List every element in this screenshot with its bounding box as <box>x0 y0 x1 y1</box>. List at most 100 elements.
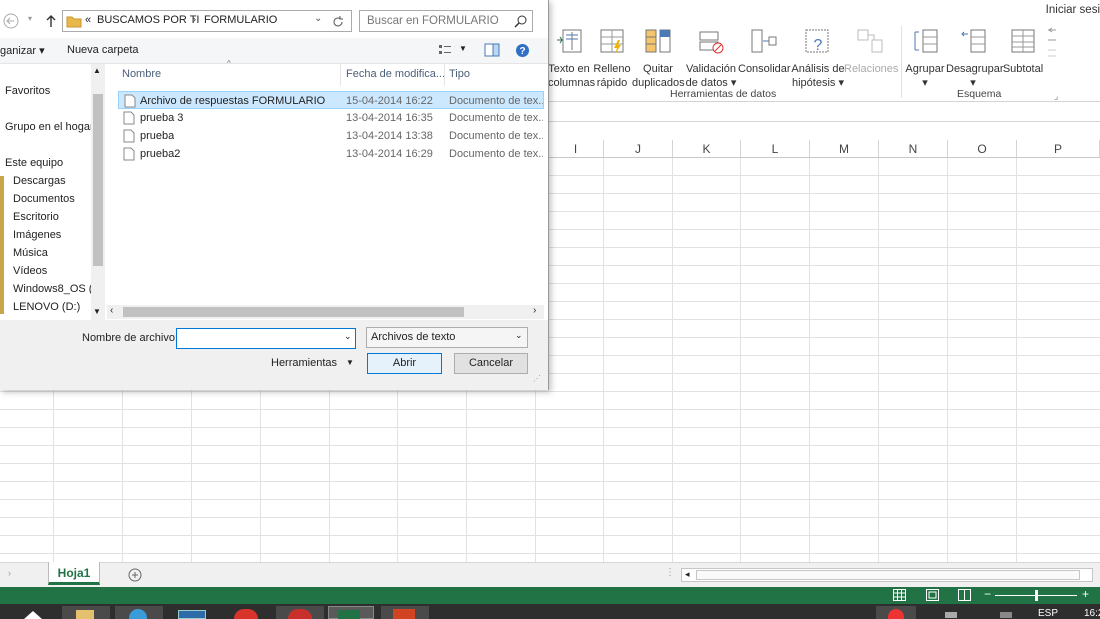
search-input[interactable]: Buscar en FORMULARIO <box>359 10 533 32</box>
breadcrumb-overflow[interactable]: « <box>85 14 91 26</box>
column-type-header[interactable]: Tipo <box>449 68 470 80</box>
file-row[interactable]: prueba 3 13-04-2014 16:35 Documento de t… <box>118 109 544 127</box>
new-sheet-icon[interactable] <box>128 568 142 582</box>
nav-downloads[interactable]: Descargas <box>13 175 66 187</box>
up-arrow-icon[interactable] <box>44 13 58 29</box>
column-name-header[interactable]: Nombre <box>122 68 161 80</box>
scroll-left-icon[interactable]: ‹ <box>110 305 113 316</box>
column-header-o[interactable]: O <box>948 140 1017 158</box>
start-button-icon[interactable] <box>22 609 44 619</box>
language-indicator[interactable]: ESP <box>1038 608 1058 619</box>
file-type-filter[interactable]: Archivos de texto <box>366 327 528 348</box>
subtotal-button[interactable]: Subtotal <box>1000 26 1046 76</box>
refresh-icon[interactable] <box>330 14 346 30</box>
address-bar[interactable]: « BUSCAMOS POR TI › FORMULARIO ⌄ <box>62 10 352 32</box>
view-options-icon[interactable] <box>438 44 452 56</box>
filename-input[interactable] <box>176 328 356 349</box>
page-break-view-icon[interactable] <box>958 589 971 601</box>
data-validation-button[interactable]: Validación de datos ▾ <box>685 26 737 90</box>
nav-homegroup[interactable]: Grupo en el hogar <box>5 121 94 133</box>
nav-this-pc[interactable]: Este equipo <box>5 157 63 169</box>
remove-duplicates-button[interactable]: Quitar duplicados <box>632 26 685 90</box>
scroll-right-icon[interactable]: › <box>533 305 536 316</box>
relationships-button[interactable]: Relaciones <box>844 26 898 76</box>
sheet-tab-hoja1[interactable]: Hoja1 <box>48 562 100 585</box>
ungroup-button[interactable]: Desagrupar ▾ <box>946 26 1003 90</box>
column-header-j[interactable]: J <box>604 140 673 158</box>
sheet-scroll-thumb[interactable] <box>696 570 1080 580</box>
zoom-in-icon[interactable]: + <box>1082 587 1089 601</box>
taskbar-excel[interactable] <box>328 606 374 619</box>
text-to-columns-button[interactable]: Texto en columnas <box>548 26 595 90</box>
taskbar-app-3[interactable] <box>170 606 218 619</box>
nav-scroll-down-icon[interactable]: ▼ <box>93 307 101 316</box>
sheet-hscrollbar[interactable]: ◂ <box>681 568 1093 582</box>
group-button[interactable]: Agrupar ▾ <box>904 26 946 90</box>
nav-pictures[interactable]: Imágenes <box>13 229 61 241</box>
nav-favorites[interactable]: Favoritos <box>5 85 50 97</box>
nav-music[interactable]: Música <box>13 247 48 259</box>
nav-drive-c[interactable]: Windows8_OS (C <box>13 283 100 295</box>
breadcrumb-formulario[interactable]: FORMULARIO <box>204 14 277 26</box>
sign-in-link[interactable]: Iniciar sesi <box>1046 4 1100 16</box>
tools-menu[interactable]: Herramientas <box>271 357 337 369</box>
taskbar-powerpoint[interactable] <box>381 606 429 619</box>
column-header-n[interactable]: N <box>879 140 948 158</box>
recent-locations-dropdown-icon[interactable]: ▾ <box>28 14 32 23</box>
file-row[interactable]: Archivo de respuestas FORMULARIO 15-04-2… <box>118 91 544 109</box>
breadcrumb-buscamos[interactable]: BUSCAMOS POR TI <box>97 14 199 26</box>
view-dropdown-icon[interactable]: ▼ <box>459 44 467 53</box>
taskbar-internet-explorer[interactable] <box>115 606 163 619</box>
nav-documents[interactable]: Documentos <box>13 193 75 205</box>
normal-view-icon[interactable] <box>893 589 906 601</box>
filter-dropdown-icon[interactable]: ⌄ <box>515 330 523 341</box>
organize-menu[interactable]: ganizar ▾ <box>0 44 45 57</box>
file-row[interactable]: prueba2 13-04-2014 16:29 Documento de te… <box>118 145 544 163</box>
filename-dropdown-icon[interactable]: ⌄ <box>344 331 352 342</box>
sheet-scroll-left-icon[interactable]: ◂ <box>685 569 690 580</box>
taskbar-file-explorer[interactable] <box>62 606 110 619</box>
column-header-i[interactable]: I <box>548 140 604 158</box>
show-detail-icon[interactable] <box>1044 26 1060 66</box>
column-date-header[interactable]: Fecha de modifica... <box>346 68 445 80</box>
address-dropdown-icon[interactable]: ⌄ <box>314 13 322 24</box>
nav-desktop[interactable]: Escritorio <box>13 211 59 223</box>
open-button[interactable]: Abrir <box>367 353 442 374</box>
resize-grip-icon[interactable]: ⋰ <box>533 374 541 383</box>
tools-dropdown-icon[interactable]: ▼ <box>346 358 354 367</box>
taskbar-app-4[interactable] <box>224 606 272 619</box>
consolidate-button[interactable]: Consolidar <box>738 26 791 76</box>
what-if-analysis-button[interactable]: ? Análisis de hipótesis ▾ <box>791 26 845 90</box>
tray-network-icon[interactable] <box>945 612 957 618</box>
tray-volume-icon[interactable] <box>1000 612 1012 618</box>
nav-drive-d[interactable]: LENOVO (D:) <box>13 301 80 313</box>
nav-scroll-thumb[interactable] <box>93 94 103 266</box>
file-list-hscrollbar[interactable]: ‹ › <box>107 305 544 319</box>
zoom-slider-thumb[interactable] <box>1035 590 1038 601</box>
page-layout-view-icon[interactable] <box>926 589 939 601</box>
cancel-button[interactable]: Cancelar <box>454 353 528 374</box>
new-folder-button[interactable]: Nueva carpeta <box>67 44 139 56</box>
file-name: prueba2 <box>140 148 181 160</box>
help-icon[interactable]: ? <box>515 43 530 58</box>
back-arrow-icon[interactable] <box>2 13 20 29</box>
flash-fill-button[interactable]: Relleno rápido <box>592 26 632 90</box>
column-header-m[interactable]: M <box>810 140 879 158</box>
formula-bar[interactable] <box>548 102 1100 122</box>
preview-pane-icon[interactable] <box>484 43 500 57</box>
taskbar-tray-app[interactable] <box>876 606 916 619</box>
sheet-nav-icon[interactable]: › <box>8 568 11 578</box>
search-icon[interactable] <box>514 15 528 29</box>
hscroll-thumb[interactable] <box>123 307 464 317</box>
nav-scroll-up-icon[interactable]: ▲ <box>93 66 101 75</box>
zoom-out-icon[interactable]: − <box>984 587 991 601</box>
tab-splitter-icon[interactable]: ⋮ <box>665 567 675 578</box>
file-row[interactable]: prueba 13-04-2014 13:38 Documento de tex… <box>118 127 544 145</box>
column-header-k[interactable]: K <box>673 140 741 158</box>
column-header-l[interactable]: L <box>741 140 810 158</box>
nav-scrollbar[interactable]: ▲ ▼ <box>91 64 105 320</box>
column-header-p[interactable]: P <box>1017 140 1100 158</box>
nav-videos[interactable]: Vídeos <box>13 265 47 277</box>
taskbar-app-5[interactable] <box>276 606 324 619</box>
clock[interactable]: 16:2 <box>1084 608 1100 619</box>
